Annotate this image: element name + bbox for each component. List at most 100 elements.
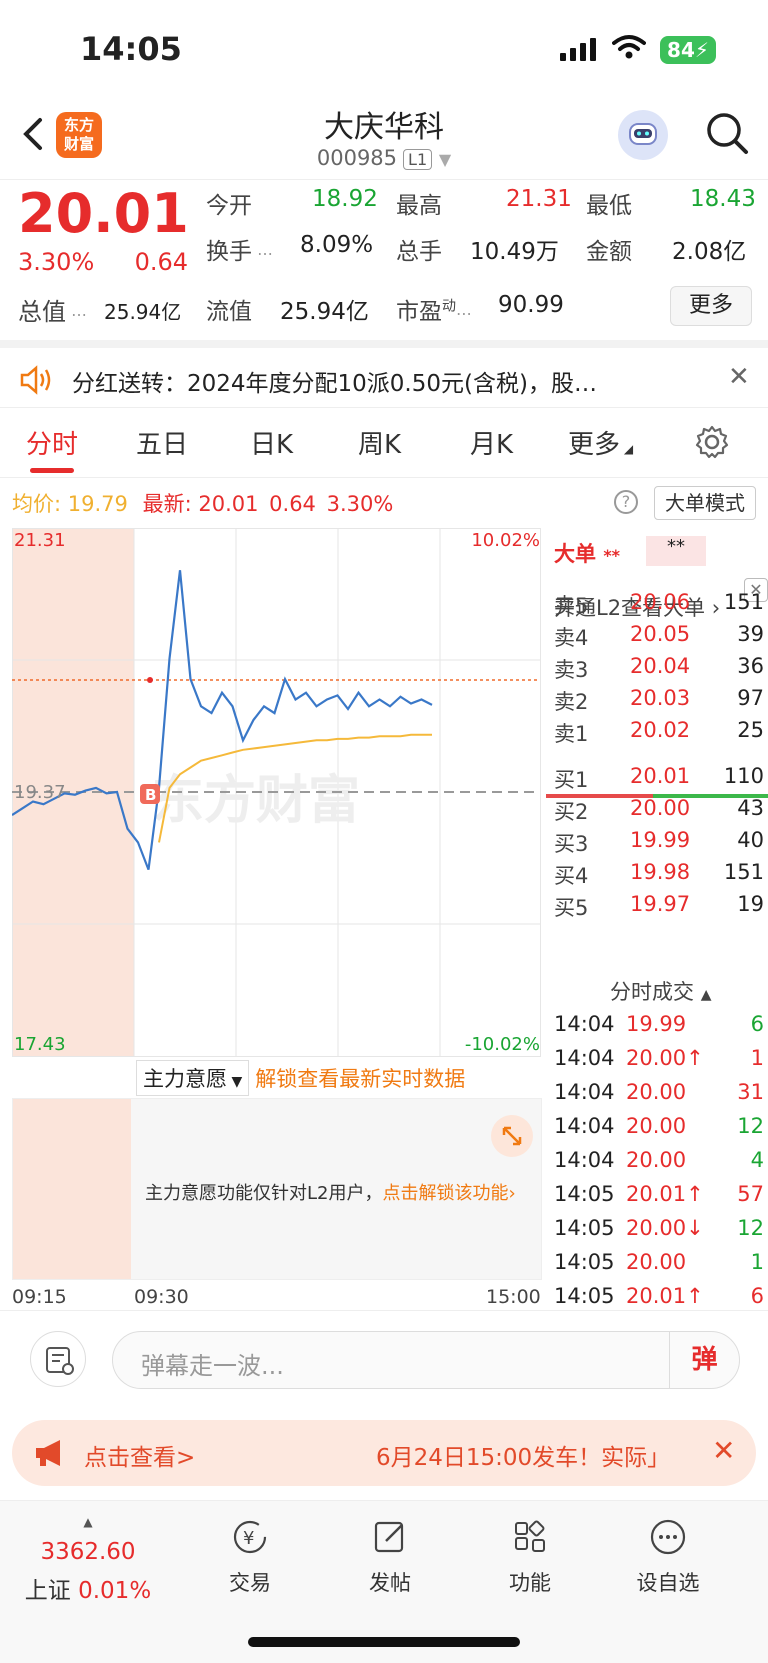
ask-label: 卖5 <box>554 594 589 618</box>
dropdown-icon: ▼ <box>227 1074 243 1090</box>
bid-label: 买2 <box>554 800 589 824</box>
tab-daily-k[interactable]: 日K <box>250 424 293 461</box>
low-value: 18.43 <box>690 186 756 212</box>
tick-volume: 12 <box>737 1114 764 1138</box>
tab-weekly-k[interactable]: 周K <box>358 424 401 461</box>
danmaku-input[interactable]: 弹幕走一波... 弹 <box>112 1331 740 1389</box>
nav-add-watchlist[interactable]: 设自选 <box>618 1517 718 1597</box>
unlock-feature-label: 点击解锁该功能 <box>382 1183 509 1204</box>
bid-volume: 110 <box>723 764 764 788</box>
nav-functions[interactable]: 功能 <box>480 1517 580 1597</box>
bid-price: 19.98 <box>630 860 691 884</box>
promo-view-link[interactable]: 点击查看> <box>84 1438 195 1472</box>
bid-row[interactable]: 买5 19.97 19 <box>554 892 764 924</box>
tab-monthly-k[interactable]: 月K <box>470 424 513 461</box>
bid-label: 买1 <box>554 768 589 792</box>
close-icon[interactable]: ✕ <box>728 362 750 392</box>
dividend-text: 分红送转：2024年度分配10派0.50元(含税)，股… <box>72 371 597 397</box>
turnover-label-text: 换手 <box>206 239 252 265</box>
help-icon[interactable]: ? <box>614 490 638 514</box>
danmaku-placeholder: 弹幕走一波... <box>141 1352 284 1380</box>
tick-price: 20.00↑ <box>626 1046 704 1070</box>
ticks-header[interactable]: 分时成交 ▲ <box>610 976 711 1006</box>
ask-price: 20.03 <box>630 686 691 710</box>
search-icon[interactable] <box>704 110 750 156</box>
pe-value: 90.99 <box>498 292 564 318</box>
tab-five-day[interactable]: 五日 <box>136 424 188 461</box>
time-start-label: 09:15 <box>12 1286 67 1308</box>
tick-row: 14:04 20.00 31 <box>554 1080 764 1112</box>
ask-row[interactable]: 卖4 20.05 39 <box>554 622 764 654</box>
pe-label[interactable]: 市盈动⋯ <box>396 292 472 326</box>
intraday-chart[interactable]: 东方财富 B 21.31 19.37 17.43 10.02% -10.02% <box>12 528 542 1058</box>
tick-price: 20.00 <box>626 1250 687 1274</box>
tick-row: 14:04 20.00 12 <box>554 1114 764 1146</box>
ask-row[interactable]: 卖1 20.02 25 <box>554 718 764 750</box>
pe-superscript: 动 <box>442 298 456 315</box>
ask-volume: 25 <box>737 718 764 742</box>
index-ticker[interactable]: ▲ 3362.60 上证 0.01% <box>18 1515 158 1605</box>
dividend-banner[interactable]: 分红送转：2024年度分配10派0.50元(含税)，股… ✕ <box>0 340 768 408</box>
open-value: 18.92 <box>312 186 378 212</box>
unlock-feature-link[interactable]: 点击解锁该功能› <box>382 1183 515 1204</box>
ask-row[interactable]: 卖3 20.04 36 <box>554 654 764 686</box>
caret-icon: ◢ <box>620 442 634 456</box>
ask-label: 卖2 <box>554 690 589 714</box>
post-list-icon[interactable] <box>30 1331 86 1387</box>
bid-label: 买4 <box>554 864 589 888</box>
promo-banner[interactable]: 点击查看> 6月24日15:00发车！实际」 ✕ <box>12 1420 756 1486</box>
tick-volume: 1 <box>750 1046 764 1070</box>
tick-price: 19.99 <box>626 1012 687 1036</box>
latest-value: 20.01 <box>198 492 259 516</box>
float-label: 流值 <box>206 299 252 325</box>
sub-chart: 主力意愿功能仅针对L2用户，点击解锁该功能› <box>12 1098 542 1280</box>
tick-price: 20.00 <box>626 1148 687 1172</box>
bid-label: 买3 <box>554 832 589 856</box>
bid-row[interactable]: 买2 20.00 43 <box>554 796 764 828</box>
gear-icon[interactable] <box>694 424 730 460</box>
pe-label-text: 市盈 <box>396 299 442 325</box>
tick-volume: 1 <box>750 1250 764 1274</box>
tick-time: 14:05 <box>554 1216 615 1240</box>
tick-volume: 6 <box>750 1284 764 1308</box>
indicator-selector[interactable]: 主力意愿 ▼ <box>136 1060 250 1096</box>
buy-marker-label: B <box>145 786 156 804</box>
grid-icon <box>515 1520 545 1552</box>
ask-label: 卖4 <box>554 626 589 650</box>
close-icon[interactable]: ✕ <box>712 1434 735 1467</box>
ask-price: 20.05 <box>630 622 691 646</box>
ask-row[interactable]: 卖2 20.03 97 <box>554 686 764 718</box>
ask-label: 卖3 <box>554 658 589 682</box>
tick-time: 14:05 <box>554 1284 615 1308</box>
wifi-icon <box>612 35 646 59</box>
turnover-label[interactable]: 换手 ⋯ <box>206 232 273 266</box>
bid-row[interactable]: 买4 19.98 151 <box>554 860 764 892</box>
tick-row: 14:05 20.01↑ 57 <box>554 1182 764 1214</box>
total-value-label[interactable]: 总值 ⋯ <box>18 292 87 327</box>
robot-assistant-icon[interactable] <box>618 110 668 160</box>
big-order-text: 大单 <box>554 542 596 566</box>
nav-post[interactable]: 发帖 <box>340 1517 440 1597</box>
big-order-stars: ** <box>603 546 621 565</box>
nav-trade[interactable]: ¥ 交易 <box>200 1517 300 1597</box>
tab-more[interactable]: 更多 ◢ <box>568 424 633 461</box>
bid-row[interactable]: 买1 20.01 110 <box>554 764 764 796</box>
unlock-link[interactable]: 解锁查看最新实时数据 <box>255 1067 465 1091</box>
expand-icon[interactable] <box>491 1115 533 1157</box>
more-dots-icon: ⋯ <box>66 305 88 324</box>
total-value-label-text: 总值 <box>18 298 66 326</box>
ask-row[interactable]: 卖5 20.06 151 <box>554 590 764 622</box>
ask-volume: 36 <box>737 654 764 678</box>
tick-time: 14:05 <box>554 1250 615 1274</box>
danmaku-toggle-button[interactable]: 弹 <box>669 1332 739 1388</box>
main-force-bar: 主力意愿 ▼ 解锁查看最新实时数据 <box>136 1060 465 1096</box>
active-tab-indicator <box>30 468 74 473</box>
bid-volume: 19 <box>737 892 764 916</box>
bid-row[interactable]: 买3 19.99 40 <box>554 828 764 860</box>
ask-label: 卖1 <box>554 722 589 746</box>
tab-intraday[interactable]: 分时 <box>26 424 78 461</box>
y-mid-label: 19.37 <box>14 782 66 803</box>
status-time: 14:05 <box>80 30 182 68</box>
big-order-mode-button[interactable]: 大单模式 <box>654 486 756 520</box>
more-button[interactable]: 更多 <box>670 286 752 326</box>
